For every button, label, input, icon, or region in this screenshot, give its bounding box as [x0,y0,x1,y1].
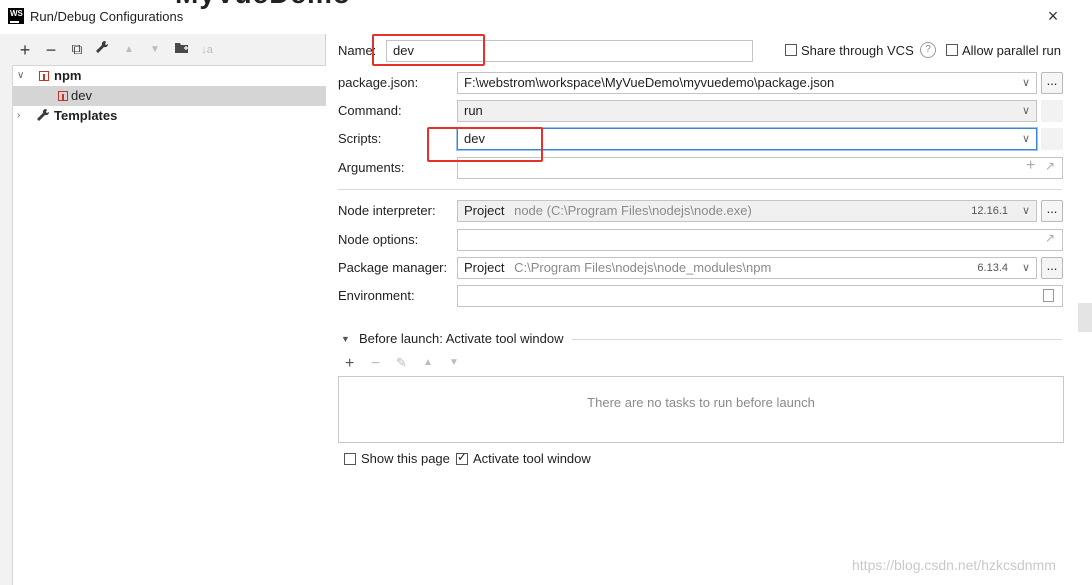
node-options-label: Node options: [338,232,419,247]
background-window-strip [1078,303,1092,332]
package-manager-select[interactable]: Project C:\Program Files\nodejs\node_mod… [457,257,1037,279]
empty-tasks-text: There are no tasks to run before launch [587,395,815,410]
separator [572,339,1062,340]
move-up-icon[interactable]: ▲ [120,40,138,60]
node-interpreter-path: node (C:\Program Files\nodejs\node.exe) [514,203,752,218]
command-value: run [464,103,483,118]
window-title: Run/Debug Configurations [30,9,184,24]
scripts-extra-button [1041,128,1063,150]
activate-tool-label: Activate tool window [473,451,591,466]
allow-parallel-label: Allow parallel run [962,43,1061,58]
command-extra-button [1041,100,1063,122]
tree-item-npm[interactable]: ∨ npm [13,66,326,86]
node-version: 12.16.1 [971,205,1008,217]
command-select[interactable]: run ∨ [457,100,1037,122]
tree-item-label: npm [54,68,82,83]
expand-icon[interactable]: ↗ [1045,231,1055,245]
wrench-icon[interactable] [93,40,111,60]
package-manager-label: Package manager: [338,260,448,275]
edit-task-icon[interactable]: ✎ [396,355,407,371]
command-label: Command: [338,103,402,118]
scripts-value: dev [464,131,485,146]
before-launch-title[interactable]: Before launch: Activate tool window [359,331,564,346]
node-interpreter-select[interactable]: Project node (C:\Program Files\nodejs\no… [457,200,1037,222]
help-icon[interactable]: ? [920,42,936,58]
package-manager-path: C:\Program Files\nodejs\node_modules\npm [514,260,772,275]
webstorm-logo-icon: WS [8,8,24,24]
arguments-field[interactable] [457,157,1063,179]
document-icon[interactable] [1043,289,1054,302]
remove-task-icon[interactable]: − [371,355,380,373]
allow-parallel-checkbox[interactable] [946,44,958,56]
collapse-icon[interactable]: ▼ [341,334,350,344]
background-window-title: MyVueDemo [175,0,360,10]
watermark: https://blog.csdn.net/hzkcsdnmm [852,557,1056,573]
browse-package-manager-button[interactable]: ... [1041,257,1063,279]
move-down-icon[interactable]: ▼ [146,40,164,60]
folder-icon-svg [174,43,188,53]
expand-icon[interactable]: ↗ [1045,159,1055,173]
scripts-select[interactable]: dev ∨ [457,128,1037,150]
environment-label: Environment: [338,288,415,303]
npm-icon [58,91,68,101]
chevron-down-icon: ∨ [1021,105,1030,117]
npm-icon [39,71,49,81]
tree-item-templates[interactable]: › Templates [13,106,326,126]
chevron-right-icon[interactable]: › [17,106,27,126]
name-field[interactable]: dev [386,40,753,62]
add-icon[interactable]: + [1026,157,1035,175]
chevron-down-icon: ∨ [1021,205,1030,217]
package-json-label: package.json: [338,75,419,90]
arguments-label: Arguments: [338,160,405,175]
chevron-down-icon: ∨ [1021,262,1030,274]
chevron-down-icon: ∨ [1021,77,1030,89]
remove-icon[interactable]: − [42,40,60,60]
move-up-icon[interactable]: ▲ [423,357,433,368]
scripts-label: Scripts: [338,131,382,146]
add-task-icon[interactable]: + [345,355,354,373]
package-json-select[interactable]: F:\webstrom\workspace\MyVueDemo\myvuedem… [457,72,1037,94]
show-page-label: Show this page [361,451,450,466]
browse-node-button[interactable]: ... [1041,200,1063,222]
sort-icon[interactable]: ↓a [198,40,216,60]
configuration-tree: ∨ npm dev › Templates [12,65,326,585]
browse-package-json-button[interactable]: ... [1041,72,1063,94]
separator [338,189,1062,190]
share-vcs-checkbox[interactable] [785,44,797,56]
environment-field[interactable] [457,285,1063,307]
name-label: Name: [338,43,377,58]
tasks-list[interactable]: There are no tasks to run before launch [338,376,1064,443]
node-options-field[interactable] [457,229,1063,251]
wrench-icon-svg [96,40,109,53]
package-json-value: F:\webstrom\workspace\MyVueDemo\myvuedem… [464,75,835,90]
move-down-icon[interactable]: ▼ [449,357,459,368]
folder-icon[interactable] [172,40,190,60]
tree-item-dev[interactable]: dev [13,86,326,106]
node-interpreter-label: Node interpreter: [338,203,436,218]
tree-item-label: dev [71,88,92,103]
add-icon[interactable]: + [16,40,34,60]
wrench-icon [36,108,50,128]
copy-icon[interactable]: ⧉ [68,40,86,60]
activate-tool-checkbox[interactable] [456,450,468,465]
chevron-down-icon: ∨ [1021,133,1030,145]
share-vcs-label: Share through VCS [801,43,914,58]
close-button[interactable]: × [1044,6,1062,26]
node-interpreter-project: Project [464,203,505,218]
chevron-down-icon[interactable]: ∨ [17,66,27,86]
npm-version: 6.13.4 [977,262,1008,274]
tree-item-label: Templates [54,108,118,123]
show-page-checkbox[interactable] [344,453,356,465]
package-manager-project: Project [464,260,505,275]
